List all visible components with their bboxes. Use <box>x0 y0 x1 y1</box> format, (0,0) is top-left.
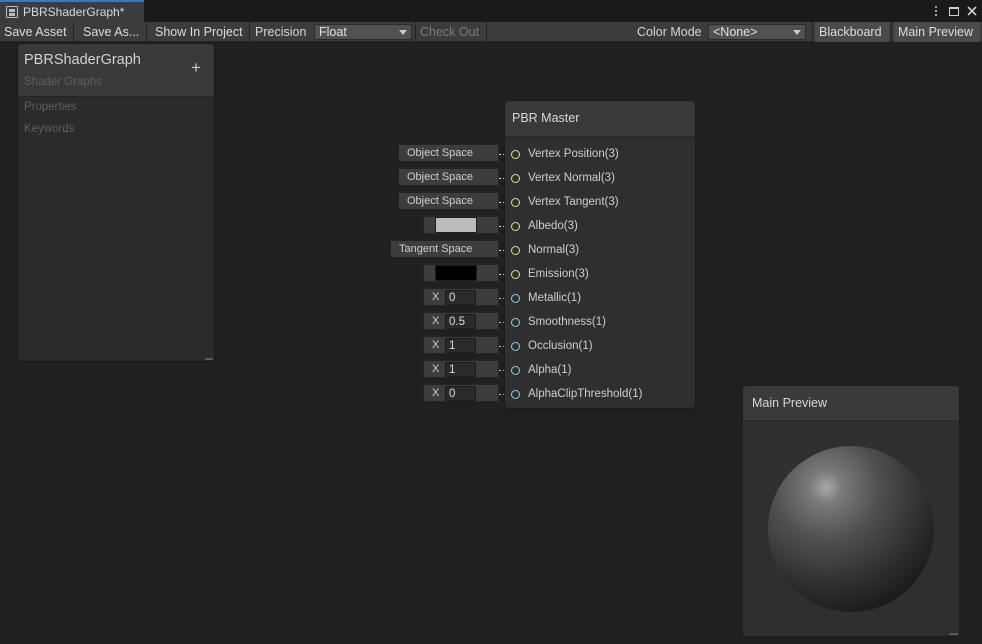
space-value: Tangent Space <box>399 243 473 255</box>
port-vertex-normal[interactable]: Vertex Normal(3) <box>511 171 615 185</box>
port-metallic[interactable]: Metallic(1) <box>511 291 581 305</box>
port-label: Vertex Normal(3) <box>528 172 615 184</box>
color-mode-dropdown[interactable]: <None> <box>708 24 806 40</box>
space-dropdown[interactable]: Object Space <box>398 168 499 186</box>
blackboard-title: PBRShaderGraph <box>24 52 141 68</box>
toolbar-divider <box>891 22 892 42</box>
node-header[interactable]: PBR Master <box>505 101 695 137</box>
toolbar-divider <box>486 22 487 42</box>
space-dropdown[interactable]: Object Space <box>398 144 499 162</box>
port-label: AlphaClipThreshold(1) <box>528 388 643 400</box>
port-connector-icon[interactable] <box>511 173 520 183</box>
pbr-master-node[interactable]: PBR Master Vertex Position(3) Vertex Norm… <box>504 100 696 409</box>
keywords-section[interactable]: Keywords <box>24 123 75 135</box>
port-emission[interactable]: Emission(3) <box>511 267 589 281</box>
main-preview-panel[interactable]: Main Preview <box>742 385 960 637</box>
properties-section[interactable]: Properties <box>24 101 76 113</box>
blackboard-subtitle: Shader Graphs <box>24 76 102 88</box>
main-preview-toggle[interactable]: Main Preview <box>894 22 980 42</box>
precision-label: Precision <box>255 25 307 39</box>
port-vertex-tangent[interactable]: Vertex Tangent(3) <box>511 195 619 209</box>
port-connector-icon[interactable] <box>511 197 520 207</box>
port-connector-icon[interactable] <box>511 293 520 303</box>
precision-value: Float <box>319 25 347 39</box>
resize-grip-icon[interactable] <box>950 633 958 635</box>
space-value: Object Space <box>407 171 474 183</box>
port-vertex-position[interactable]: Vertex Position(3) <box>511 147 619 161</box>
tab-title: PBRShaderGraph* <box>23 5 125 19</box>
color-mode-label: Color Mode <box>637 25 702 39</box>
chevron-down-icon <box>399 30 407 35</box>
tab-bar: PBRShaderGraph* <box>0 0 982 22</box>
color-mode-value: <None> <box>713 25 758 39</box>
graph-toolbar: Save Asset Save As... Show In Project Pr… <box>0 22 982 42</box>
port-connector-icon[interactable] <box>511 149 520 159</box>
port-connector-icon[interactable] <box>511 341 520 351</box>
float-input[interactable]: 1 <box>445 338 476 353</box>
show-in-project-button[interactable]: Show In Project <box>151 22 247 42</box>
port-label: Vertex Position(3) <box>528 148 619 160</box>
float-input[interactable]: 0 <box>445 290 476 305</box>
port-connector-icon[interactable] <box>511 269 520 279</box>
preview-title: Main Preview <box>752 396 828 410</box>
space-dropdown[interactable]: Tangent Space <box>390 240 499 258</box>
port-alphaclipthreshold[interactable]: AlphaClipThreshold(1) <box>511 387 642 401</box>
port-label: Vertex Tangent(3) <box>528 196 619 208</box>
precision-dropdown[interactable]: Float <box>314 24 412 40</box>
port-alpha[interactable]: Alpha(1) <box>511 363 571 377</box>
space-dropdown[interactable]: Object Space <box>398 192 499 210</box>
port-label: Albedo(3) <box>528 220 578 232</box>
space-value: Object Space <box>407 195 474 207</box>
toolbar-divider <box>146 22 147 42</box>
port-label: Occlusion(1) <box>528 340 593 352</box>
maximize-icon[interactable] <box>948 4 960 18</box>
window-controls <box>930 2 978 20</box>
port-label: Metallic(1) <box>528 292 582 304</box>
resize-grip-icon[interactable] <box>205 358 213 360</box>
port-albedo[interactable]: Albedo(3) <box>511 219 578 233</box>
blackboard-toggle[interactable]: Blackboard <box>815 22 889 42</box>
port-label: Emission(3) <box>528 268 589 280</box>
port-connector-icon[interactable] <box>511 389 520 399</box>
port-label: Normal(3) <box>528 244 580 256</box>
blackboard-header: PBRShaderGraph Shader Graphs + <box>18 44 214 97</box>
shader-graph-icon <box>6 6 18 18</box>
port-connector-icon[interactable] <box>511 245 520 255</box>
plus-icon[interactable]: + <box>188 58 204 77</box>
color-swatch[interactable] <box>435 217 477 233</box>
preview-header[interactable]: Main Preview <box>743 386 959 421</box>
port-smoothness[interactable]: Smoothness(1) <box>511 315 606 329</box>
check-out-button[interactable]: Check Out <box>416 22 483 42</box>
tab-pbr-shader-graph[interactable]: PBRShaderGraph* <box>0 0 144 22</box>
color-swatch[interactable] <box>435 265 477 281</box>
float-input[interactable]: 0.5 <box>445 314 476 329</box>
save-asset-button[interactable]: Save Asset <box>0 22 71 42</box>
space-value: Object Space <box>407 147 474 159</box>
float-input[interactable]: 1 <box>445 362 476 377</box>
float-input[interactable]: 0 <box>445 386 476 401</box>
preview-viewport[interactable] <box>743 421 959 636</box>
chevron-down-icon <box>793 30 801 35</box>
port-normal[interactable]: Normal(3) <box>511 243 579 257</box>
port-label: Smoothness(1) <box>528 316 606 328</box>
port-occlusion[interactable]: Occlusion(1) <box>511 339 593 353</box>
toolbar-divider <box>73 22 74 42</box>
port-connector-icon[interactable] <box>511 221 520 231</box>
save-as-button[interactable]: Save As... <box>79 22 143 42</box>
node-title: PBR Master <box>512 111 580 125</box>
toolbar-divider <box>249 22 250 42</box>
port-connector-icon[interactable] <box>511 365 520 375</box>
blackboard-panel[interactable]: PBRShaderGraph Shader Graphs + Propertie… <box>17 43 215 362</box>
preview-sphere <box>768 446 934 612</box>
port-connector-icon[interactable] <box>511 317 520 327</box>
toolbar-divider <box>812 22 813 42</box>
port-label: Alpha(1) <box>528 364 572 376</box>
close-icon[interactable] <box>966 4 978 18</box>
more-options-icon[interactable] <box>930 4 942 18</box>
